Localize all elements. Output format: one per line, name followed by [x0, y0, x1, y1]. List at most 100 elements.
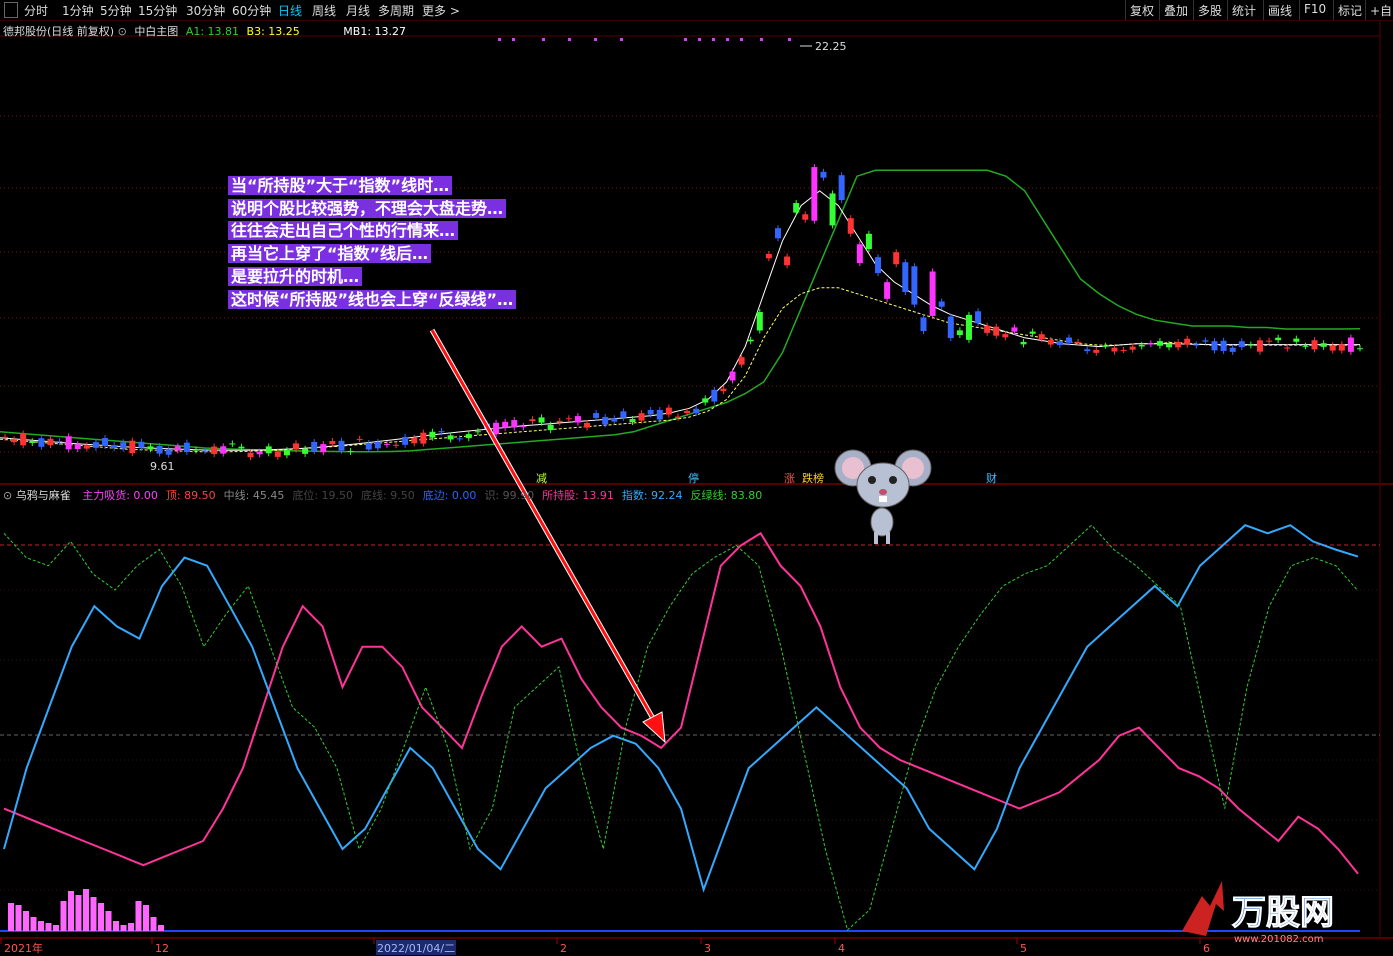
candle-body-14 — [129, 440, 136, 454]
candle-body-88 — [802, 214, 809, 220]
candle-body-78 — [711, 389, 718, 402]
candle-body-79 — [720, 388, 727, 392]
collapse-icon[interactable]: ⊙ — [3, 489, 12, 502]
marker-dot-6 — [684, 38, 687, 41]
annotation-line-2: 往往会走出自己个性的行情来… — [228, 221, 459, 241]
candle-body-144 — [1311, 340, 1318, 350]
candle-body-87 — [793, 203, 800, 213]
logo-url: www.201082.com — [1234, 934, 1324, 945]
volume-bar-9 — [75, 895, 82, 931]
candle-body-36 — [329, 441, 336, 445]
candle-body-121 — [1102, 345, 1109, 347]
candle-body-2 — [20, 433, 27, 446]
mascot-part — [879, 496, 887, 502]
marker-dot-0 — [498, 38, 501, 41]
candle-body-30 — [274, 451, 281, 457]
candle-body-123 — [1120, 349, 1127, 351]
annotation-line-5: 这时候“所持股”线也会上穿“反绿线”… — [228, 289, 517, 309]
marker-dot-1 — [512, 38, 515, 41]
volume-bar-20 — [158, 925, 164, 931]
volume-bar-16 — [128, 923, 134, 931]
volume-bar-11 — [90, 897, 97, 931]
candle-body-125 — [1138, 344, 1145, 347]
main-indicator-name[interactable]: 中白主图 — [134, 25, 178, 38]
candle-body-10 — [92, 442, 99, 448]
candle-body-11 — [102, 438, 109, 446]
volume-bar-8 — [68, 891, 74, 931]
collapse-icon[interactable]: ⊙ — [118, 25, 127, 38]
candle-body-111 — [1011, 327, 1018, 332]
candle-body-71 — [647, 409, 654, 415]
candle-body-114 — [1038, 334, 1045, 340]
candle-body-13 — [120, 442, 127, 449]
candle-body-75 — [684, 410, 691, 414]
legend-item-1: 顶: 89.50 — [165, 489, 216, 502]
legend-item-6: 识: 99.90 — [484, 489, 535, 502]
candle-body-81 — [738, 357, 745, 365]
candle-body-47 — [429, 431, 436, 438]
volume-bar-12 — [98, 903, 104, 931]
arrow-head-icon — [642, 711, 666, 744]
candle-body-117 — [1065, 337, 1072, 343]
mascot-part — [870, 507, 894, 537]
candle-body-63 — [574, 416, 581, 423]
candle-body-146 — [1329, 345, 1336, 351]
high-label: 22.25 — [815, 40, 847, 53]
candle-body-19 — [174, 446, 181, 451]
candle-body-84 — [765, 253, 772, 259]
candle-body-91 — [829, 193, 836, 226]
candle-body-37 — [338, 440, 345, 451]
candle-body-49 — [447, 435, 454, 440]
candle-body-73 — [665, 407, 672, 415]
candle-body-135 — [1229, 347, 1236, 352]
candle-body-4 — [38, 438, 45, 447]
candle-body-98 — [893, 252, 900, 265]
arrow-shaft — [430, 329, 657, 723]
stock-chart[interactable]: 22.259.61减停涨跌榜 财2021年 12 2022/01/04/二 2 3 4 5 6 — [0, 0, 1393, 956]
candle-body-147 — [1338, 344, 1345, 351]
candle-body-33 — [302, 448, 309, 454]
volume-bar-2 — [23, 911, 29, 931]
candle-body-18 — [165, 449, 172, 455]
candle-body-60 — [547, 424, 554, 431]
candle-body-32 — [293, 443, 300, 450]
sub-indicator-name[interactable]: 乌鸦与麻雀 — [16, 489, 71, 502]
date-label-4: 3 — [704, 942, 711, 955]
candle-body-55 — [502, 421, 509, 428]
candle-body-80 — [729, 371, 736, 381]
candle-body-62 — [565, 418, 572, 420]
candle-body-22 — [202, 450, 209, 452]
candle-body-54 — [493, 422, 500, 435]
legend-item-0: 主力吸货: 0.00 — [82, 489, 158, 502]
legend-item-9: 反绿线: 83.80 — [690, 489, 763, 502]
candle-body-103 — [938, 301, 945, 307]
mb1-value: MB1: 13.27 — [343, 25, 407, 38]
legend-item-5: 底边: 0.00 — [422, 489, 477, 502]
candle-body-28 — [256, 451, 263, 455]
candle-body-82 — [747, 339, 754, 342]
low-label: 9.61 — [150, 460, 175, 473]
candle-body-118 — [1075, 341, 1082, 343]
logo-arrow-icon — [1182, 881, 1224, 936]
candle-body-96 — [875, 257, 882, 274]
a1-value: A1: 13.81 — [185, 25, 240, 38]
volume-bar-15 — [120, 925, 127, 931]
stock-title: 德邦股份(日线 前复权) — [3, 25, 115, 38]
candle-body-40 — [365, 443, 372, 450]
candle-body-25 — [229, 443, 236, 445]
volume-bar-19 — [150, 917, 157, 931]
candle-body-139 — [1266, 340, 1273, 342]
volume-bar-18 — [143, 905, 149, 931]
volume-bar-14 — [113, 921, 119, 931]
candle-body-101 — [920, 317, 927, 332]
marker-dot-8 — [712, 38, 715, 41]
candle-body-107 — [975, 311, 982, 324]
candle-body-57 — [520, 426, 527, 428]
candle-body-68 — [620, 411, 627, 418]
candle-body-34 — [311, 441, 318, 452]
candle-body-77 — [702, 398, 709, 403]
candle-body-8 — [74, 444, 81, 450]
candle-body-124 — [1129, 346, 1136, 350]
candle-body-15 — [138, 441, 145, 448]
candle-body-16 — [147, 446, 154, 450]
